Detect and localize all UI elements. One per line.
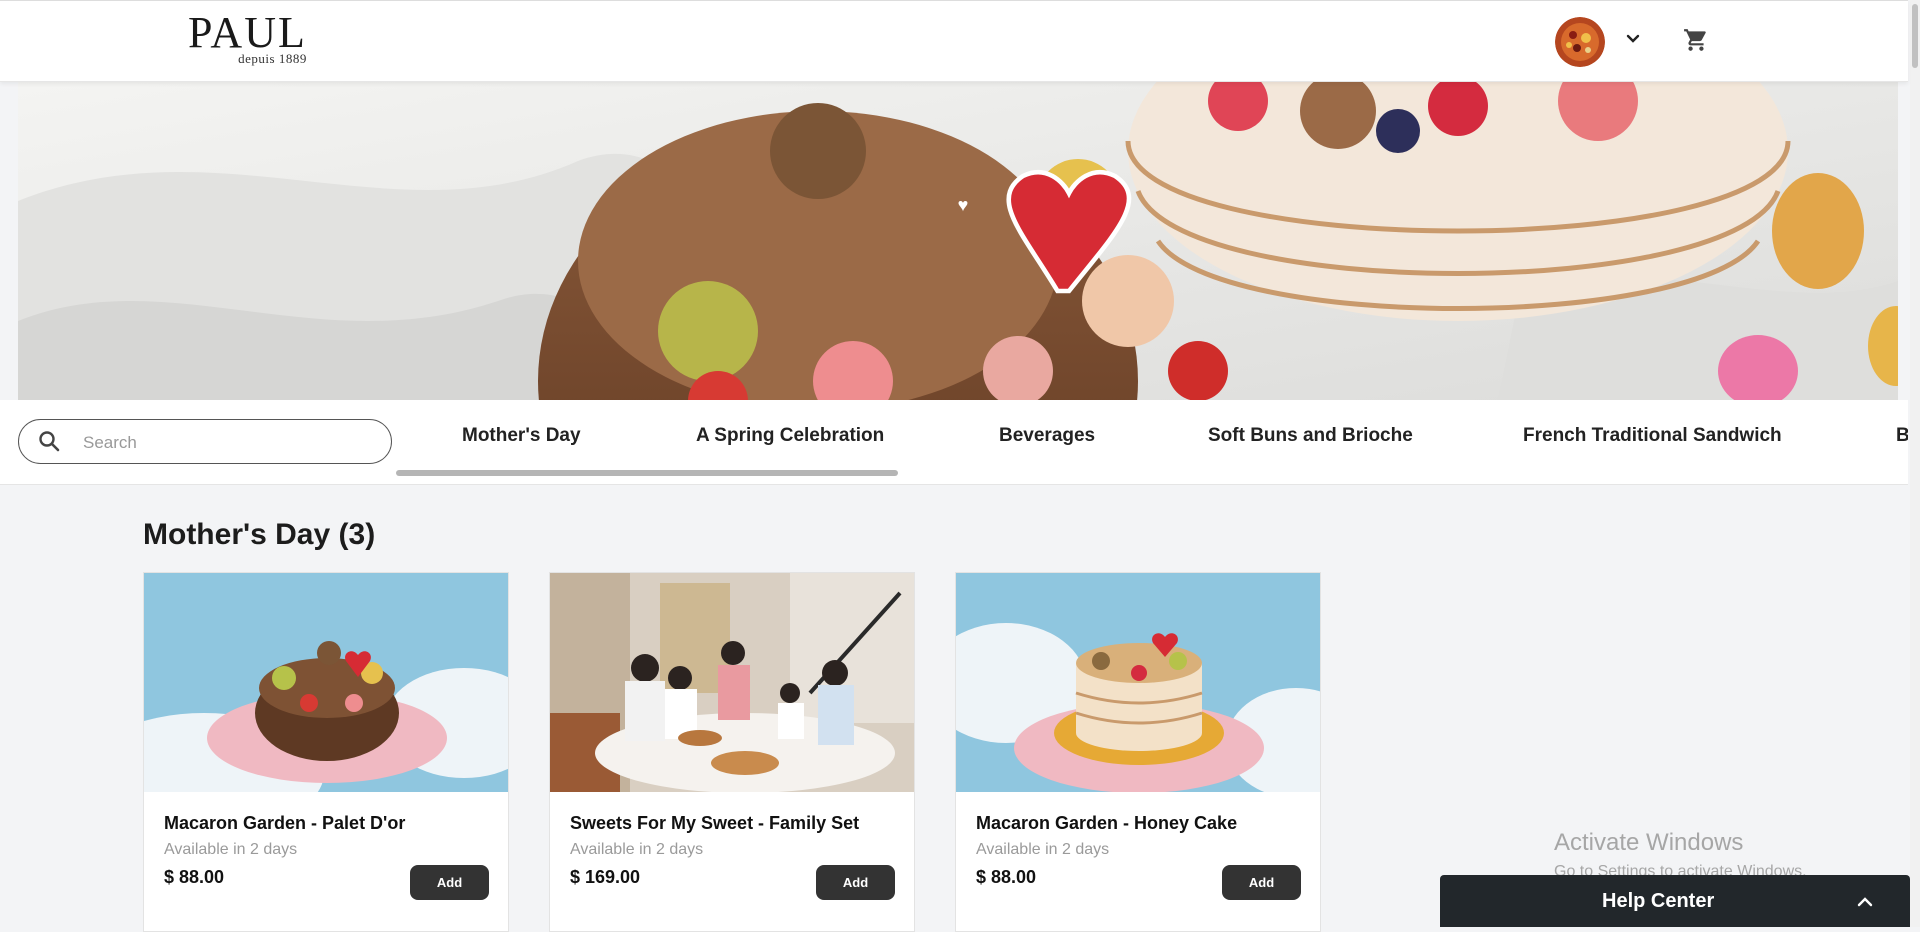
chevron-down-icon[interactable] [1625,31,1641,52]
category-mothers-day[interactable]: Mother's Day [462,425,581,447]
category-next-clipped[interactable]: B [1896,425,1908,447]
search-icon [37,429,61,458]
product-availability: Available in 2 days [164,841,298,858]
product-name[interactable]: Sweets For My Sweet - Family Set [570,813,859,834]
page-scrollbar[interactable] [1910,0,1920,927]
windows-activation-watermark: Activate Windows Go to Settings to activ… [1554,829,1807,881]
product-name[interactable]: Macaron Garden - Palet D'or [164,813,405,834]
search-input[interactable] [81,428,375,458]
add-to-cart-button[interactable]: Add [816,865,895,900]
chevron-up-icon[interactable] [1856,893,1874,916]
top-header: PAUL depuis 1889 [0,0,1908,82]
cart-icon[interactable] [1683,27,1709,58]
product-price: $ 88.00 [164,867,225,887]
product-card[interactable]: Sweets For My Sweet - Family Set Availab… [549,572,915,932]
category-french-sandwich[interactable]: French Traditional Sandwich [1523,425,1782,447]
add-to-cart-button[interactable]: Add [410,865,489,900]
product-price: $ 88.00 [976,867,1037,887]
product-name[interactable]: Macaron Garden - Honey Cake [976,813,1237,834]
product-image[interactable] [956,573,1320,792]
brand-name: PAUL [188,8,307,57]
paul-logo[interactable]: PAUL depuis 1889 [188,8,307,67]
watermark-title: Activate Windows [1554,829,1744,856]
product-image[interactable] [550,573,914,792]
section-title: Mother's Day (3) [143,518,376,551]
product-card[interactable]: Macaron Garden - Honey Cake Available in… [955,572,1321,932]
product-card[interactable]: Macaron Garden - Palet D'or Available in… [143,572,509,932]
search-box[interactable] [18,419,392,464]
category-soft-buns[interactable]: Soft Buns and Brioche [1208,425,1413,447]
product-availability: Available in 2 days [976,841,1110,858]
category-spring-celebration[interactable]: A Spring Celebration [696,425,884,447]
add-to-cart-button[interactable]: Add [1222,865,1301,900]
svg-text:♥: ♥ [958,195,969,215]
help-center-label[interactable]: Help Center [1602,890,1714,913]
hero-banner[interactable]: ♥ [18,81,1898,400]
category-bar: Mother's Day A Spring Celebration Bevera… [0,400,1908,485]
product-availability: Available in 2 days [570,841,704,858]
category-scrollbar[interactable] [396,470,898,476]
user-avatar[interactable] [1555,17,1605,67]
product-price: $ 169.00 [570,867,641,887]
product-image[interactable] [144,573,508,792]
category-beverages[interactable]: Beverages [999,425,1095,447]
help-center-widget[interactable]: Help Center [1440,875,1910,927]
page-scrollbar-thumb[interactable] [1912,4,1918,68]
